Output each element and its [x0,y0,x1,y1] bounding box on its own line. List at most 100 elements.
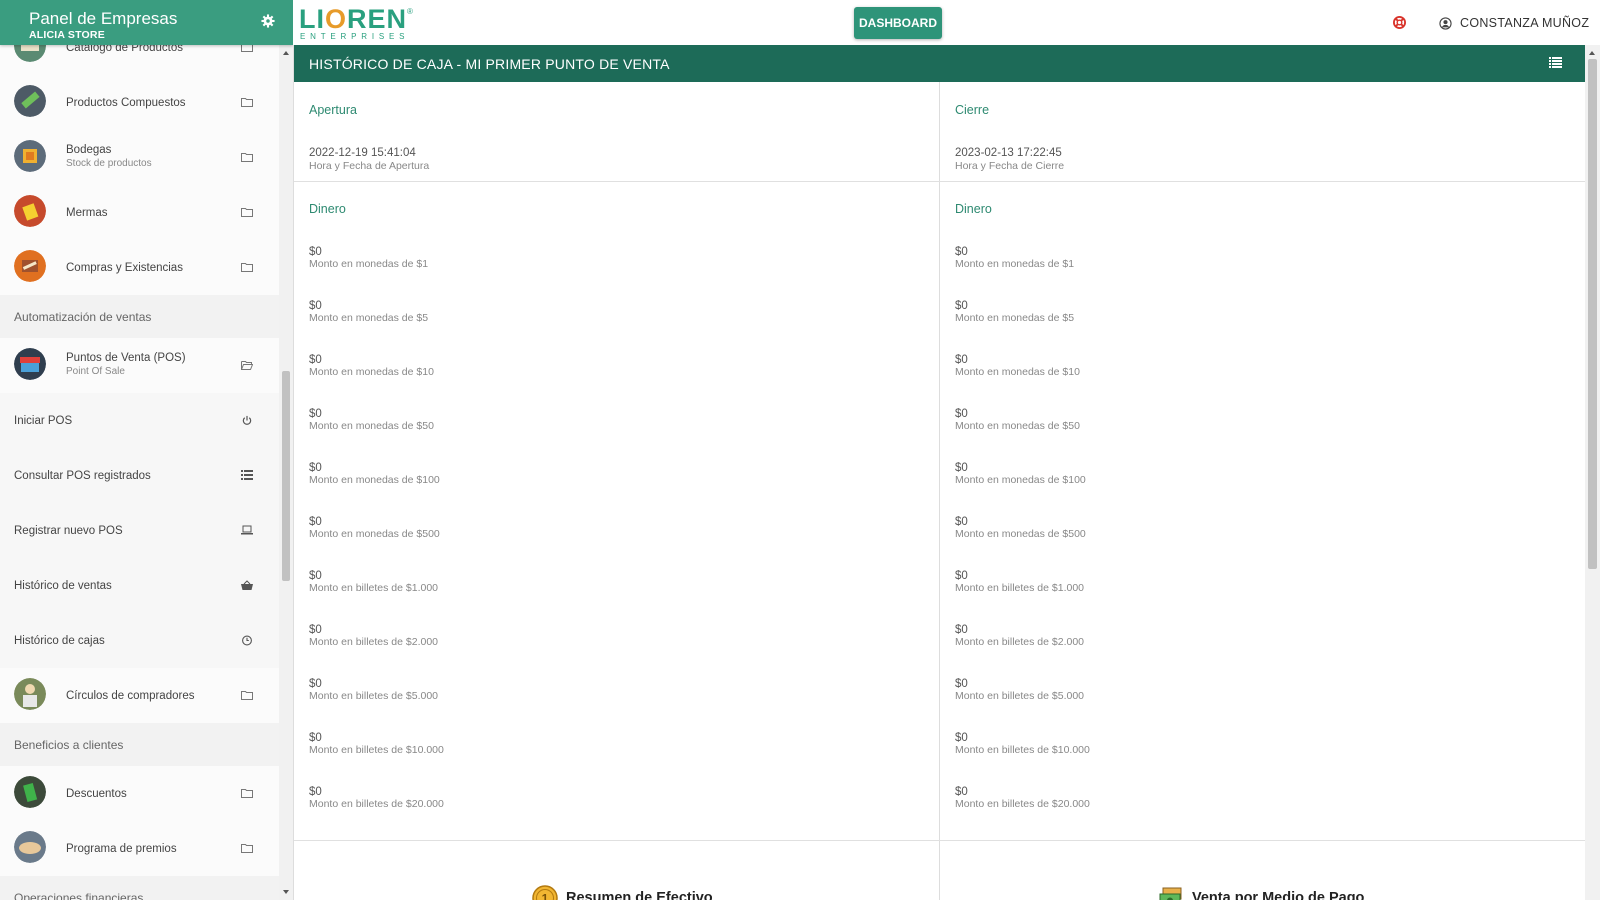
company-logo[interactable]: LIOREN ® ENTERPRISES [299,4,419,42]
cash-bills-icon [1159,887,1182,900]
sidebar-item-cash-history[interactable]: Histórico de cajas [0,613,279,668]
payment-summary-heading: Venta por Medio de Pago [1158,885,1364,900]
amount-value: $0 [309,624,322,636]
dashboard-button[interactable]: DASHBOARD [854,7,942,39]
scroll-up-arrow-icon[interactable] [1589,51,1595,55]
sidebar-item-warehouses[interactable]: Bodegas Stock de productos [0,130,279,185]
sidebar-item-sales-history[interactable]: Histórico de ventas [0,558,279,613]
rewards-avatar-icon [14,831,46,863]
payment-summary-label: Venta por Medio de Pago [1192,890,1365,900]
amount-value: $0 [955,570,968,582]
amount-label: Monto en monedas de $500 [955,528,1086,540]
sidebar-item-label: Iniciar POS [14,415,73,427]
top-bar: LIOREN ® ENTERPRISES DASHBOARD CONSTANZA… [293,0,1600,45]
sidebar-item-label: Compras y Existencias [66,262,183,274]
divider [940,840,1585,841]
amount-label: Monto en monedas de $100 [309,474,440,486]
scroll-up-arrow-icon[interactable] [283,51,289,55]
opening-title: Apertura [309,103,357,117]
sidebar-item-shrinkage[interactable]: Mermas [0,185,279,240]
discounts-avatar-icon [14,776,46,808]
amount-label: Monto en billetes de $2.000 [955,636,1085,648]
sidebar-item-rewards[interactable]: Programa de premios [0,821,279,876]
scroll-down-arrow-icon[interactable] [283,890,289,894]
user-menu[interactable]: CONSTANZA MUÑOZ [1439,15,1589,31]
cash-summary-heading: 1 Resumen de Efectivo [532,885,713,900]
folder-icon [241,691,253,700]
power-icon [242,415,252,425]
sidebar-item-sublabel: Point Of Sale [66,366,125,377]
sidebar-item-registered-pos[interactable]: Consultar POS registrados [0,448,279,503]
scrollbar-thumb[interactable] [1588,59,1597,569]
sidebar-item-register-pos[interactable]: Registrar nuevo POS [0,503,279,558]
amount-label: Monto en monedas de $500 [309,528,440,540]
amount-value: $0 [955,354,968,366]
purchases-avatar-icon [14,250,46,282]
sidebar-menu: Catálogo de Productos Productos Compuest… [0,45,279,900]
sidebar-item-purchases[interactable]: Compras y Existencias [0,240,279,295]
scrollbar-thumb[interactable] [282,371,290,581]
sidebar-scrollbar[interactable] [279,45,293,900]
sidebar-item-composite-products[interactable]: Productos Compuestos [0,75,279,130]
sidebar-item-catalog[interactable]: Catálogo de Productos [0,45,279,75]
amount-label: Monto en billetes de $10.000 [309,744,444,756]
section-header-sales-automation: Automatización de ventas [0,295,279,338]
logo-subtitle: ENTERPRISES [300,32,410,41]
list-menu-icon[interactable] [1549,57,1562,68]
folder-icon [241,153,253,162]
sidebar-item-label: Puntos de Venta (POS) [66,352,186,364]
amount-value: $0 [955,246,968,258]
catalog-avatar-icon [14,45,46,62]
amount-value: $0 [309,246,322,258]
panel-title: Panel de Empresas [29,9,178,28]
gear-icon[interactable] [261,14,275,28]
sidebar-item-discounts[interactable]: Descuentos [0,766,279,821]
sidebar-item-label: Programa de premios [66,843,177,855]
sidebar-item-label: Mermas [66,207,108,219]
coin-icon: 1 [532,885,558,900]
sidebar-item-label: Catálogo de Productos [66,45,183,54]
amount-label: Monto en billetes de $20.000 [955,798,1090,810]
buyer-circles-avatar-icon [14,678,46,710]
laptop-icon [241,525,253,535]
main-scrollbar[interactable] [1585,45,1600,900]
amount-label: Monto en monedas de $10 [955,366,1080,378]
folder-icon [241,98,253,107]
amount-value: $0 [309,786,322,798]
folder-icon [241,789,253,798]
amount-value: $0 [955,624,968,636]
amount-value: $0 [955,462,968,474]
sidebar-item-label: Registrar nuevo POS [14,525,123,537]
lifebuoy-help-icon[interactable] [1393,16,1406,29]
divider [294,840,940,841]
amount-label: Monto en monedas de $10 [309,366,434,378]
closing-money-title: Dinero [955,202,992,216]
clock-icon [242,635,252,646]
sidebar-item-label: Círculos de compradores [66,690,195,702]
opening-datetime: 2022-12-19 15:41:04 [309,147,416,159]
sidebar-item-buyer-circles[interactable]: Círculos de compradores [0,668,279,723]
amount-value: $0 [309,408,322,420]
sidebar-item-start-pos[interactable]: Iniciar POS [0,393,279,448]
amount-label: Monto en billetes de $5.000 [309,690,439,702]
section-label: Operaciones financieras [14,891,144,900]
amount-label: Monto en monedas de $1 [309,258,429,270]
logo-accent-letter: O [325,4,348,34]
warehouse-avatar-icon [14,140,46,172]
logo-wordmark: LIOREN [299,4,408,34]
amount-value: $0 [309,678,322,690]
divider [940,181,1585,182]
sidebar-item-sublabel: Stock de productos [66,158,152,169]
sidebar-item-label: Histórico de ventas [14,580,112,592]
page-title: HISTÓRICO DE CAJA - MI PRIMER PUNTO DE V… [309,56,670,72]
divider [294,181,940,182]
composite-products-avatar-icon [14,85,46,117]
closing-column: Cierre 2023-02-13 17:22:45 Hora y Fecha … [940,82,1585,900]
sidebar: Panel de Empresas ALICIA STORE Catálogo … [0,0,293,900]
opening-datetime-label: Hora y Fecha de Apertura [309,160,430,172]
store-name: ALICIA STORE [29,29,105,41]
sidebar-item-pos[interactable]: Puntos de Venta (POS) Point Of Sale [0,338,279,393]
amount-value: $0 [309,462,322,474]
closing-datetime-label: Hora y Fecha de Cierre [955,160,1065,172]
amount-label: Monto en billetes de $20.000 [309,798,444,810]
